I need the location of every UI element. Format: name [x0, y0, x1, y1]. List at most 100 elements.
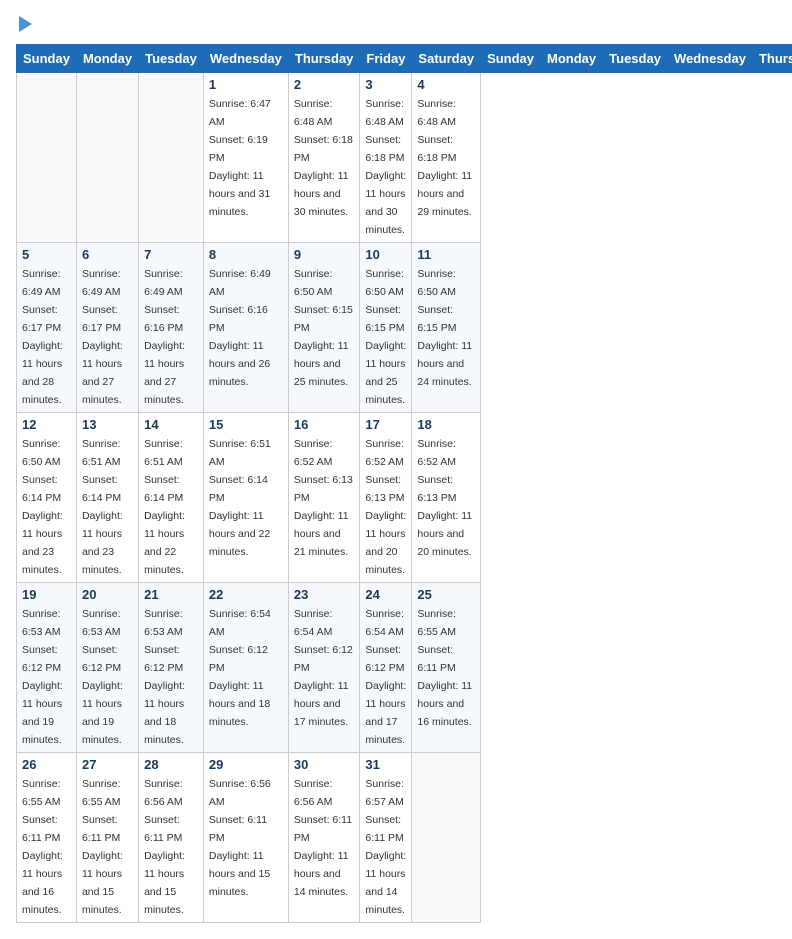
day-header-tuesday: Tuesday [603, 45, 668, 73]
calendar-cell [17, 73, 77, 243]
calendar-table: SundayMondayTuesdayWednesdayThursdayFrid… [16, 44, 792, 923]
calendar-cell: 28 Sunrise: 6:56 AMSunset: 6:11 PMDayligh… [139, 753, 204, 923]
day-info: Sunrise: 6:47 AMSunset: 6:19 PMDaylight:… [209, 98, 271, 218]
day-info: Sunrise: 6:56 AMSunset: 6:11 PMDaylight:… [144, 778, 185, 916]
day-info: Sunrise: 6:50 AMSunset: 6:15 PMDaylight:… [294, 268, 353, 388]
day-header-monday: Monday [76, 45, 138, 73]
calendar-cell [139, 73, 204, 243]
day-info: Sunrise: 6:51 AMSunset: 6:14 PMDaylight:… [82, 438, 123, 576]
calendar-cell: 11 Sunrise: 6:50 AMSunset: 6:15 PMDayligh… [412, 243, 481, 413]
calendar-cell: 1 Sunrise: 6:47 AMSunset: 6:19 PMDaylight… [203, 73, 288, 243]
logo [16, 16, 32, 36]
day-info: Sunrise: 6:54 AMSunset: 6:12 PMDaylight:… [365, 608, 406, 746]
day-info: Sunrise: 6:53 AMSunset: 6:12 PMDaylight:… [82, 608, 123, 746]
calendar-cell: 13 Sunrise: 6:51 AMSunset: 6:14 PMDayligh… [76, 413, 138, 583]
day-info: Sunrise: 6:53 AMSunset: 6:12 PMDaylight:… [22, 608, 63, 746]
day-info: Sunrise: 6:49 AMSunset: 6:17 PMDaylight:… [22, 268, 63, 406]
day-info: Sunrise: 6:56 AMSunset: 6:11 PMDaylight:… [294, 778, 352, 898]
day-info: Sunrise: 6:48 AMSunset: 6:18 PMDaylight:… [417, 98, 472, 218]
calendar-header-row: SundayMondayTuesdayWednesdayThursdayFrid… [17, 45, 792, 73]
calendar-cell: 18Sunrise: 6:52 AMSunset: 6:13 PMDayligh… [412, 413, 481, 583]
calendar-cell: 24 Sunrise: 6:54 AMSunset: 6:12 PMDayligh… [360, 583, 412, 753]
day-info: Sunrise: 6:50 AMSunset: 6:15 PMDaylight:… [365, 268, 406, 406]
day-number: 7 [144, 247, 198, 262]
calendar-cell: 5 Sunrise: 6:49 AMSunset: 6:17 PMDaylight… [17, 243, 77, 413]
day-number: 24 [365, 587, 406, 602]
calendar-cell: 23 Sunrise: 6:54 AMSunset: 6:12 PMDayligh… [288, 583, 360, 753]
day-number: 29 [209, 757, 283, 772]
day-number: 30 [294, 757, 355, 772]
calendar-cell: 20 Sunrise: 6:53 AMSunset: 6:12 PMDayligh… [76, 583, 138, 753]
calendar-cell: 14Sunrise: 6:51 AMSunset: 6:14 PMDayligh… [139, 413, 204, 583]
calendar-cell: 27Sunrise: 6:55 AMSunset: 6:11 PMDayligh… [76, 753, 138, 923]
day-number: 10 [365, 247, 406, 262]
logo-arrow-icon [19, 16, 32, 32]
day-info: Sunrise: 6:49 AMSunset: 6:16 PMDaylight:… [144, 268, 185, 406]
calendar-week-row: 1 Sunrise: 6:47 AMSunset: 6:19 PMDaylight… [17, 73, 792, 243]
day-info: Sunrise: 6:50 AMSunset: 6:15 PMDaylight:… [417, 268, 472, 388]
calendar-cell: 31 Sunrise: 6:57 AMSunset: 6:11 PMDayligh… [360, 753, 412, 923]
day-header-sunday: Sunday [17, 45, 77, 73]
day-info: Sunrise: 6:55 AMSunset: 6:11 PMDaylight:… [417, 608, 472, 728]
day-info: Sunrise: 6:49 AMSunset: 6:16 PMDaylight:… [209, 268, 271, 388]
page-header [16, 16, 776, 36]
day-number: 23 [294, 587, 355, 602]
day-number: 22 [209, 587, 283, 602]
day-number: 31 [365, 757, 406, 772]
day-info: Sunrise: 6:56 AMSunset: 6:11 PMDaylight:… [209, 778, 271, 898]
day-info: Sunrise: 6:57 AMSunset: 6:11 PMDaylight:… [365, 778, 406, 916]
calendar-cell: 6 Sunrise: 6:49 AMSunset: 6:17 PMDaylight… [76, 243, 138, 413]
day-number: 25 [417, 587, 475, 602]
calendar-cell: 9Sunrise: 6:50 AMSunset: 6:15 PMDaylight… [288, 243, 360, 413]
day-number: 1 [209, 77, 283, 92]
calendar-cell: 30 Sunrise: 6:56 AMSunset: 6:11 PMDayligh… [288, 753, 360, 923]
day-number: 11 [417, 247, 475, 262]
calendar-week-row: 19 Sunrise: 6:53 AMSunset: 6:12 PMDayligh… [17, 583, 792, 753]
calendar-cell: 4 Sunrise: 6:48 AMSunset: 6:18 PMDaylight… [412, 73, 481, 243]
day-info: Sunrise: 6:48 AMSunset: 6:18 PMDaylight:… [365, 98, 406, 236]
day-number: 18 [417, 417, 475, 432]
day-number: 12 [22, 417, 71, 432]
calendar-week-row: 12 Sunrise: 6:50 AMSunset: 6:14 PMDayligh… [17, 413, 792, 583]
day-header-wednesday: Wednesday [203, 45, 288, 73]
calendar-cell: 26 Sunrise: 6:55 AMSunset: 6:11 PMDayligh… [17, 753, 77, 923]
day-number: 8 [209, 247, 283, 262]
day-info: Sunrise: 6:52 AMSunset: 6:13 PMDaylight:… [294, 438, 353, 558]
calendar-cell: 15Sunrise: 6:51 AMSunset: 6:14 PMDayligh… [203, 413, 288, 583]
calendar-cell: 10 Sunrise: 6:50 AMSunset: 6:15 PMDayligh… [360, 243, 412, 413]
day-number: 20 [82, 587, 133, 602]
day-header-sunday: Sunday [481, 45, 541, 73]
calendar-cell: 7 Sunrise: 6:49 AMSunset: 6:16 PMDaylight… [139, 243, 204, 413]
calendar-cell: 22Sunrise: 6:54 AMSunset: 6:12 PMDayligh… [203, 583, 288, 753]
day-info: Sunrise: 6:55 AMSunset: 6:11 PMDaylight:… [22, 778, 63, 916]
day-header-monday: Monday [541, 45, 603, 73]
day-number: 21 [144, 587, 198, 602]
day-number: 26 [22, 757, 71, 772]
day-number: 4 [417, 77, 475, 92]
day-info: Sunrise: 6:49 AMSunset: 6:17 PMDaylight:… [82, 268, 123, 406]
calendar-cell: 16 Sunrise: 6:52 AMSunset: 6:13 PMDayligh… [288, 413, 360, 583]
day-number: 28 [144, 757, 198, 772]
day-number: 3 [365, 77, 406, 92]
day-number: 13 [82, 417, 133, 432]
day-header-friday: Friday [360, 45, 412, 73]
day-number: 17 [365, 417, 406, 432]
day-number: 19 [22, 587, 71, 602]
calendar-week-row: 5 Sunrise: 6:49 AMSunset: 6:17 PMDaylight… [17, 243, 792, 413]
calendar-cell [412, 753, 481, 923]
calendar-cell: 3 Sunrise: 6:48 AMSunset: 6:18 PMDaylight… [360, 73, 412, 243]
calendar-week-row: 26 Sunrise: 6:55 AMSunset: 6:11 PMDayligh… [17, 753, 792, 923]
day-info: Sunrise: 6:54 AMSunset: 6:12 PMDaylight:… [294, 608, 353, 728]
calendar-cell: 29 Sunrise: 6:56 AMSunset: 6:11 PMDayligh… [203, 753, 288, 923]
day-number: 5 [22, 247, 71, 262]
calendar-cell: 12 Sunrise: 6:50 AMSunset: 6:14 PMDayligh… [17, 413, 77, 583]
day-info: Sunrise: 6:55 AMSunset: 6:11 PMDaylight:… [82, 778, 123, 916]
day-number: 6 [82, 247, 133, 262]
calendar-cell [76, 73, 138, 243]
day-info: Sunrise: 6:50 AMSunset: 6:14 PMDaylight:… [22, 438, 63, 576]
day-number: 2 [294, 77, 355, 92]
day-header-tuesday: Tuesday [139, 45, 204, 73]
day-number: 14 [144, 417, 198, 432]
day-info: Sunrise: 6:48 AMSunset: 6:18 PMDaylight:… [294, 98, 353, 218]
day-number: 16 [294, 417, 355, 432]
